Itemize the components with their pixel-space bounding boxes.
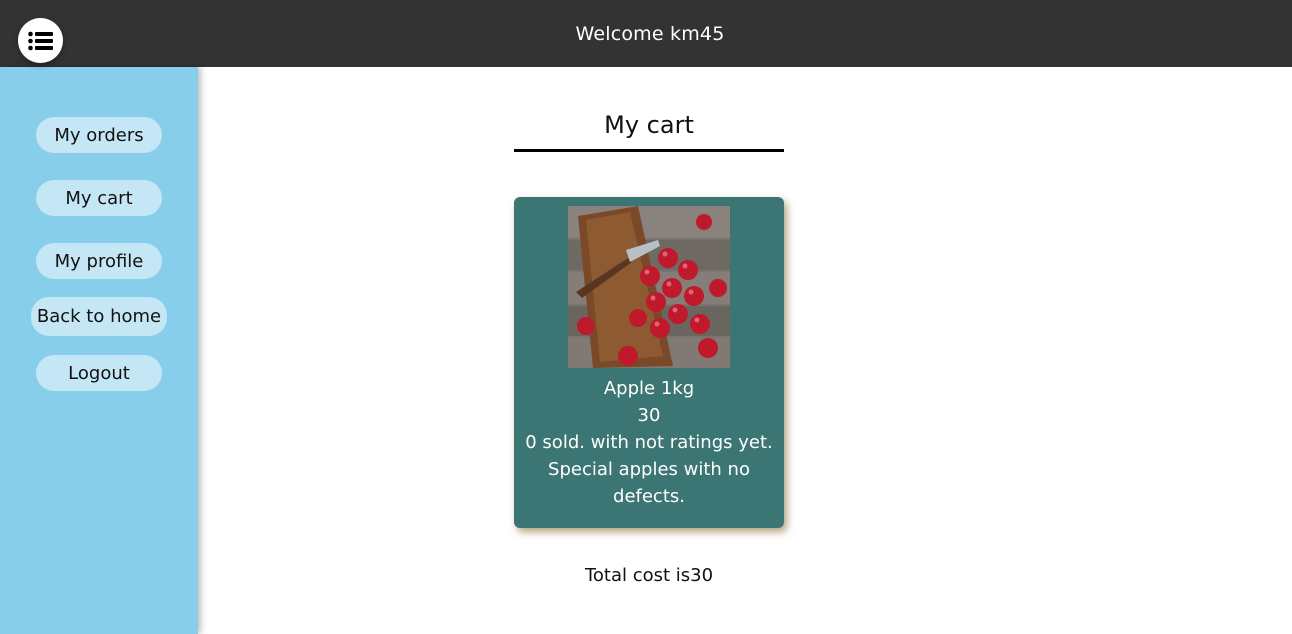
sidebar-item-my-profile[interactable]: My profile xyxy=(36,243,162,279)
cart-item-card: Apple 1kg 30 0 sold. with not ratings ye… xyxy=(514,197,784,528)
page-title: My cart xyxy=(514,106,784,152)
sidebar-item-label: Back to home xyxy=(36,306,162,327)
sidebar-item-my-orders[interactable]: My orders xyxy=(36,117,162,153)
product-sales-info: 0 sold. with not ratings yet. xyxy=(525,432,773,453)
product-description: Special apples with no defects. xyxy=(548,459,750,507)
product-image xyxy=(568,206,730,368)
top-bar: Welcome km45 xyxy=(0,0,1292,67)
apples-photo xyxy=(568,206,730,368)
sidebar-item-label: Logout xyxy=(68,362,130,384)
sidebar-item-back-to-home[interactable]: Back to home xyxy=(31,297,167,336)
product-name: Apple 1kg xyxy=(603,378,695,399)
sidebar-item-logout[interactable]: Logout xyxy=(36,355,162,391)
sidebar: My orders My cart My profile Back to hom… xyxy=(0,67,198,634)
total-cost: Total cost is30 xyxy=(584,565,714,586)
sidebar-item-label: My orders xyxy=(54,124,144,146)
list-icon xyxy=(27,31,53,50)
sidebar-item-my-cart[interactable]: My cart xyxy=(36,180,162,216)
sidebar-item-label: My cart xyxy=(65,187,133,209)
welcome-text: Welcome km45 xyxy=(575,22,725,45)
product-price: 30 xyxy=(637,405,661,426)
sidebar-item-label: My profile xyxy=(54,250,144,272)
menu-toggle-button[interactable] xyxy=(18,18,63,63)
